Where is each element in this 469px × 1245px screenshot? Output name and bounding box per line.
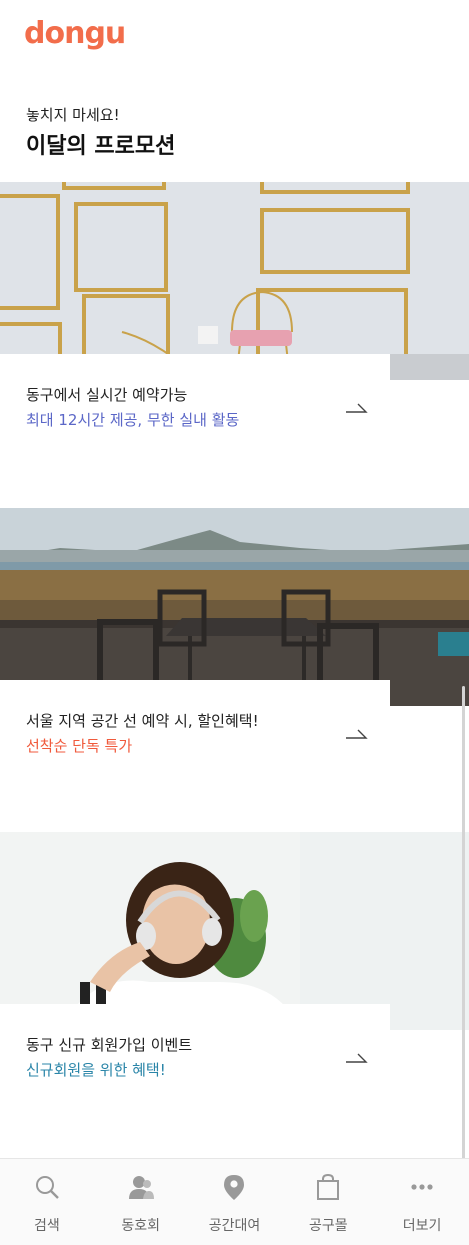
nav-item-label: 더보기	[402, 1218, 442, 1234]
scrollbar[interactable]	[462, 686, 465, 1226]
nav-item-space-rental[interactable]: 공간대여	[188, 1159, 282, 1245]
user-icon	[128, 1176, 154, 1199]
promo-card-2[interactable]: 서울 지역 공간 선 예약 시, 할인혜택! 선착순 단독 특가	[0, 508, 469, 808]
promo-title: 동구에서 실시간 예약가능	[26, 386, 188, 404]
section-title: 이달의 프로모션	[26, 134, 176, 159]
promo-highlight: 최대 12시간 제공, 무한 실내 활동	[26, 411, 240, 429]
woman-headphones-photo[interactable]	[0, 832, 469, 1030]
nav-item-label: 검색	[34, 1218, 60, 1234]
nav-item-label: 공간대여	[208, 1218, 261, 1234]
section-subtitle: 놓치지 마세요!	[26, 106, 120, 124]
nav-item-label: 동호회	[121, 1218, 161, 1234]
promo-highlight: 선착순 단독 특가	[26, 737, 133, 755]
nav-item-search[interactable]: 검색	[0, 1159, 94, 1245]
promo-card-1[interactable]: 동구에서 실시간 예약가능 최대 12시간 제공, 무한 실내 활동	[0, 182, 469, 482]
promo-card-3[interactable]: 동구 신규 회원가입 이벤트 신규회원을 위한 혜택!	[0, 832, 469, 1132]
promo-title: 서울 지역 공간 선 예약 시, 할인혜택!	[26, 712, 259, 730]
app-logo[interactable]: dongu	[24, 16, 126, 51]
nav-item-group-mall[interactable]: 공구몰	[281, 1159, 375, 1245]
more-icon	[411, 1184, 433, 1190]
arrow-right-icon[interactable]	[344, 400, 368, 414]
arrow-right-icon[interactable]	[344, 726, 368, 740]
promo-highlight: 신규회원을 위한 혜택!	[26, 1061, 166, 1079]
nav-item-club[interactable]: 동호회	[94, 1159, 188, 1245]
shopping-bag-icon	[317, 1173, 340, 1200]
nav-item-more[interactable]: 더보기	[375, 1159, 469, 1245]
promo-text-card: 동구 신규 회원가입 이벤트 신규회원을 위한 혜택!	[0, 1004, 390, 1124]
promo-text-card: 서울 지역 공간 선 예약 시, 할인혜택! 선착순 단독 특가	[0, 680, 390, 800]
rooftop-terrace-photo[interactable]	[0, 508, 469, 706]
arrow-right-icon[interactable]	[344, 1050, 368, 1064]
promo-text-card: 동구에서 실시간 예약가능 최대 12시간 제공, 무한 실내 활동	[0, 354, 390, 474]
studio-room-photo[interactable]	[0, 182, 469, 380]
promo-title: 동구 신규 회원가입 이벤트	[26, 1036, 193, 1054]
nav-item-label: 공구몰	[308, 1218, 348, 1234]
bottom-nav: 검색 동호회 공간대여 공구몰 더보기	[0, 1158, 469, 1245]
search-icon	[35, 1176, 59, 1199]
location-pin-icon	[224, 1175, 245, 1200]
